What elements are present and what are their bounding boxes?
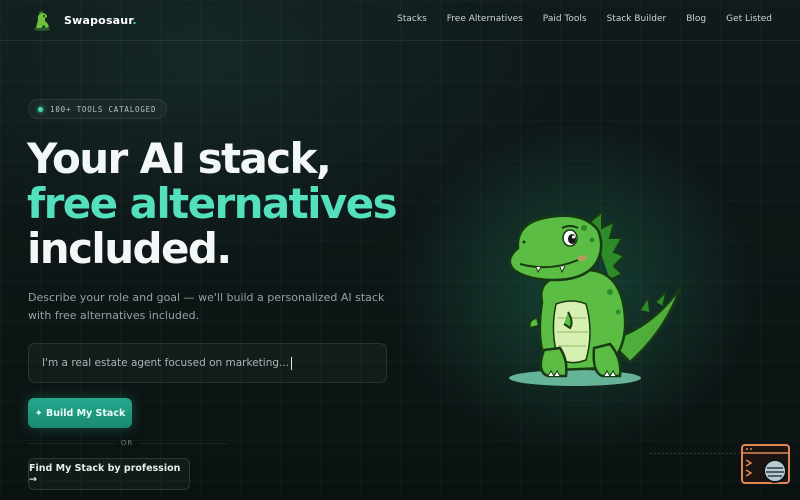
nav-link-stack-builder[interactable]: Stack Builder xyxy=(607,14,667,24)
nav-link-get-listed[interactable]: Get Listed xyxy=(726,14,772,24)
hero-subtitle: Describe your role and goal — we'll buil… xyxy=(28,291,385,322)
hero-headline: Your AI stack, free alternatives include… xyxy=(27,134,398,273)
nav-link-stacks[interactable]: Stacks xyxy=(397,14,427,24)
top-navbar: Swaposaur. Stacks Free Alternatives Paid… xyxy=(0,0,800,41)
find-by-profession-button[interactable]: Find My Stack by profession → xyxy=(28,458,190,490)
headline-line-2: free alternatives xyxy=(27,179,398,228)
nav-link-blog[interactable]: Blog xyxy=(686,14,706,24)
dinosaur-mascot xyxy=(508,209,682,386)
badge-text: 100+ TOOLS CATALOGED xyxy=(50,104,157,114)
nav-link-paid-tools[interactable]: Paid Tools xyxy=(543,14,587,24)
nav-link-free-alternatives[interactable]: Free Alternatives xyxy=(447,14,523,24)
headline-line-1: Your AI stack, xyxy=(27,134,332,183)
divider-line-left xyxy=(28,442,114,444)
role-goal-input[interactable]: I'm a real estate agent focused on marke… xyxy=(28,343,387,383)
text-caret xyxy=(291,356,293,370)
brand-link[interactable]: Swaposaur. xyxy=(30,8,137,32)
chat-widget-icon[interactable] xyxy=(741,444,791,486)
headline-line-3: included. xyxy=(27,224,232,273)
input-value: I'm a real estate agent focused on marke… xyxy=(42,357,290,369)
decorative-dashed-line xyxy=(650,453,742,454)
divider-line-right xyxy=(140,442,226,444)
or-label: OR xyxy=(120,439,134,447)
dino-logo-icon xyxy=(34,10,50,31)
tools-count-badge: 100+ TOOLS CATALOGED xyxy=(28,99,168,119)
nav-links: Stacks Free Alternatives Paid Tools Stac… xyxy=(397,14,772,24)
build-my-stack-button[interactable]: ✦ Build My Stack xyxy=(28,398,132,428)
status-dot-icon xyxy=(38,106,43,112)
brand-name: Swaposaur. xyxy=(64,13,137,27)
or-divider: OR xyxy=(28,437,226,449)
